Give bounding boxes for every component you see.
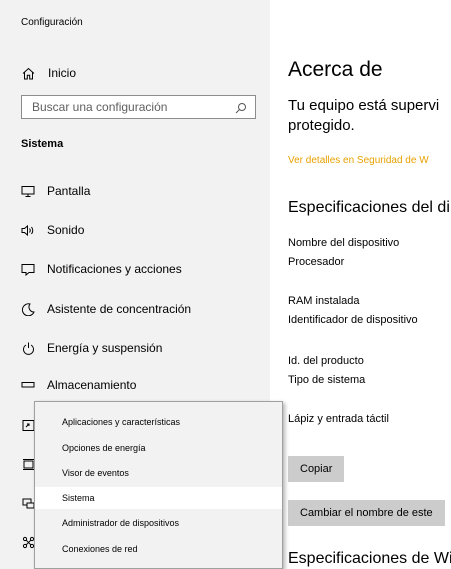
sidebar-item-focus-assist[interactable]: Asistente de concentración <box>20 298 191 320</box>
power-icon <box>20 340 36 356</box>
sidebar-item-label: Inicio <box>48 66 77 80</box>
ram-label: RAM instalada <box>288 295 360 307</box>
protection-status: Tu equipo está supervi protegido. <box>288 96 451 136</box>
copy-button[interactable]: Copiar <box>288 456 345 482</box>
security-details-link[interactable]: Ver detalles en Seguridad de W <box>288 155 429 166</box>
status-line-2: protegido. <box>288 117 355 134</box>
section-heading: Sistema <box>21 138 64 150</box>
moon-icon <box>20 301 36 317</box>
sidebar-item-storage[interactable]: Almacenamiento <box>20 374 136 396</box>
speaker-icon <box>20 222 36 238</box>
system-type-label: Tipo de sistema <box>288 374 366 386</box>
device-name-label: Nombre del dispositivo <box>288 237 400 249</box>
menu-item-apps-features[interactable]: Aplicaciones y características <box>35 411 282 433</box>
sidebar-item-display[interactable]: Pantalla <box>20 180 90 202</box>
sidebar-item-label: Almacenamiento <box>47 378 137 392</box>
sidebar-item-notifications[interactable]: Notificaciones y acciones <box>20 258 182 280</box>
menu-item-device-manager[interactable]: Administrador de dispositivos <box>35 512 282 534</box>
page-title: Acerca de <box>288 58 383 81</box>
device-id-label: Identificador de dispositivo <box>288 314 418 326</box>
sidebar-item-power[interactable]: Energía y suspensión <box>20 337 162 359</box>
notification-icon <box>20 261 36 277</box>
sidebar-item-label: Notificaciones y acciones <box>47 262 182 276</box>
search-box[interactable] <box>21 95 256 119</box>
sidebar-item-label: Energía y suspensión <box>47 341 163 355</box>
window-title: Configuración <box>21 17 83 28</box>
menu-item-event-viewer[interactable]: Visor de eventos <box>35 462 282 484</box>
product-id-label: Id. del producto <box>288 355 364 367</box>
menu-item-system[interactable]: Sistema <box>35 487 282 509</box>
home-icon <box>20 65 36 81</box>
sidebar-item-sound[interactable]: Sonido <box>20 219 84 241</box>
processor-label: Procesador <box>288 256 345 268</box>
main-content: Acerca de Tu equipo está supervi protegi… <box>270 0 451 569</box>
rename-pc-button[interactable]: Cambiar el nombre de este <box>288 500 445 526</box>
search-icon[interactable] <box>235 101 247 114</box>
pen-touch-label: Lápiz y entrada táctil <box>288 413 389 425</box>
storage-icon <box>20 377 36 393</box>
sidebar-item-label: Sonido <box>47 223 85 237</box>
context-menu: Aplicaciones y características Opciones … <box>34 401 283 569</box>
search-input[interactable] <box>32 100 235 114</box>
device-specs-heading: Especificaciones del di <box>288 199 450 216</box>
sidebar-item-label: Pantalla <box>47 184 91 198</box>
sidebar-item-home[interactable]: Inicio <box>20 63 76 83</box>
sidebar-item-label: Asistente de concentración <box>47 302 192 316</box>
status-line-1: Tu equipo está supervi <box>288 97 440 114</box>
windows-specs-heading: Especificaciones de Wi <box>288 550 451 567</box>
menu-item-network-connections[interactable]: Conexiones de red <box>35 538 282 560</box>
display-icon <box>20 183 36 199</box>
menu-item-power-options[interactable]: Opciones de energía <box>35 437 282 459</box>
